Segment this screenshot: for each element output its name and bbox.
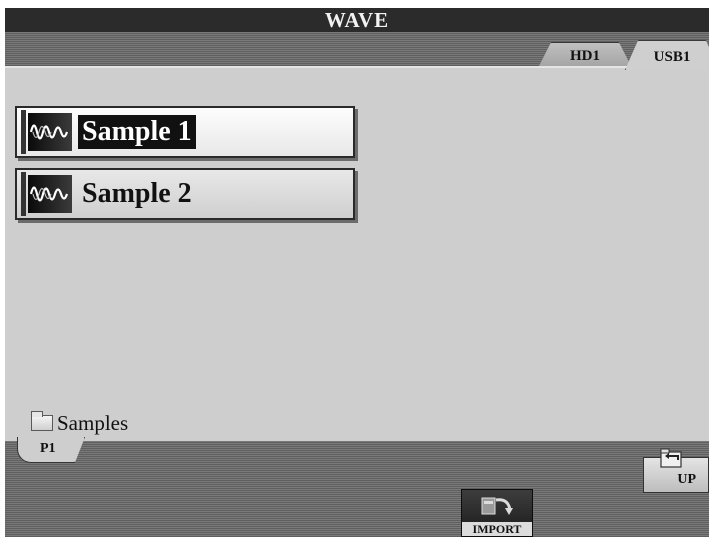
folder-up-icon: [660, 448, 682, 468]
page-tab-p1[interactable]: P1: [17, 437, 85, 463]
waveform-icon: [28, 113, 72, 151]
file-item-sample-1[interactable]: Sample 1: [15, 106, 355, 158]
page-title: WAVE: [5, 8, 709, 32]
file-item-edge: [21, 110, 26, 154]
file-label: Sample 2: [82, 178, 192, 209]
file-label: Sample 1: [78, 115, 196, 149]
current-folder: Samples: [31, 410, 128, 436]
import-label: IMPORT: [462, 522, 532, 536]
file-list-area: Sample 1 Sample 2 Samples: [5, 66, 709, 441]
folder-name: Samples: [57, 410, 129, 435]
folder-icon: [31, 411, 53, 431]
drive-tab-strip: HD1 USB1: [5, 32, 709, 70]
tab-hd1[interactable]: HD1: [538, 42, 632, 68]
file-item-sample-2[interactable]: Sample 2: [15, 168, 355, 220]
import-button[interactable]: IMPORT: [461, 489, 533, 537]
tab-usb1[interactable]: USB1: [625, 40, 709, 70]
wave-screen: WAVE HD1 USB1 Sample 1 Sample 2 Samples …: [5, 8, 709, 537]
file-item-edge: [21, 172, 26, 216]
import-icon: [481, 497, 513, 515]
waveform-icon: [28, 175, 72, 213]
up-button[interactable]: UP: [643, 448, 709, 493]
bottom-control-bar: P1 UP IMPORT: [5, 437, 709, 537]
up-label: UP: [677, 472, 696, 487]
